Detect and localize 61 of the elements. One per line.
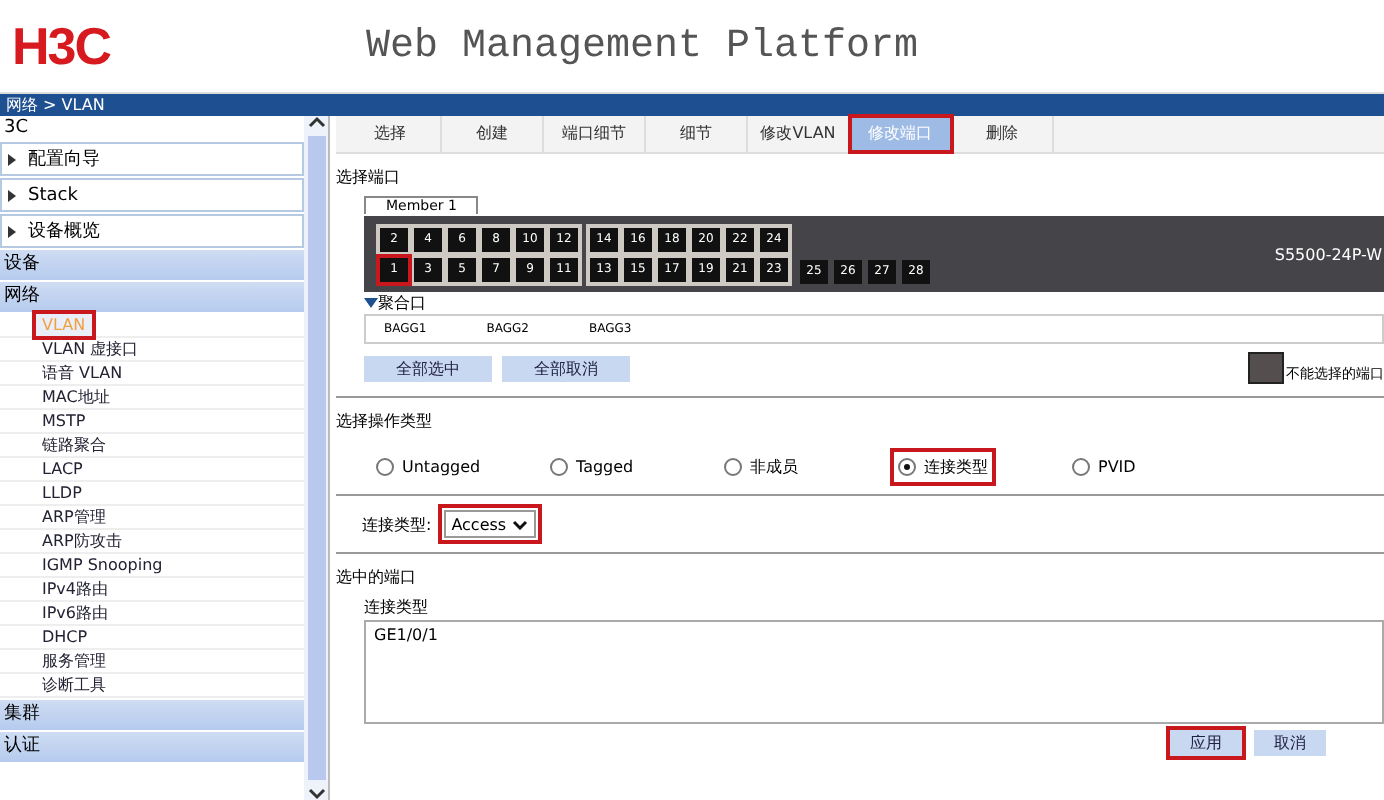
nav-item[interactable]: LLDP bbox=[36, 482, 88, 504]
switch-model: S5500-24P-W bbox=[1272, 245, 1382, 263]
nav-item[interactable]: ARP管理 bbox=[36, 506, 112, 528]
radio-option[interactable]: Untagged bbox=[372, 454, 485, 480]
radio-option[interactable]: Tagged bbox=[546, 454, 638, 480]
nav-folder-label: 配置向导 bbox=[28, 147, 100, 172]
select-button[interactable]: 全部取消 bbox=[502, 355, 630, 381]
logo: H3C bbox=[10, 15, 113, 77]
tab[interactable]: 删除 bbox=[952, 116, 1054, 152]
nav-item[interactable]: 服务管理 bbox=[36, 650, 112, 672]
caret-icon bbox=[512, 519, 529, 529]
nav-item[interactable]: LACP bbox=[36, 458, 89, 480]
aggregate-title: 聚合口 bbox=[378, 292, 426, 314]
scrollbar[interactable] bbox=[304, 116, 330, 800]
legend-swatch bbox=[1248, 352, 1284, 384]
link-type-select[interactable]: Access bbox=[443, 510, 537, 538]
tab[interactable]: 创建 bbox=[442, 116, 544, 152]
nav-folder[interactable]: Stack bbox=[0, 178, 304, 212]
expand-icon bbox=[8, 225, 16, 237]
section-title: 选择操作类型 bbox=[336, 410, 434, 434]
nav-item[interactable]: DHCP bbox=[36, 626, 94, 648]
tab[interactable]: 端口细节 bbox=[544, 116, 646, 152]
field-label: 连接类型: bbox=[362, 513, 432, 535]
nav-item[interactable]: IPv4路由 bbox=[36, 578, 115, 600]
nav-folder-label: 设备概览 bbox=[28, 219, 100, 244]
tab[interactable]: 选择 bbox=[340, 116, 442, 152]
scroll-down-icon[interactable] bbox=[307, 788, 325, 800]
nav-section[interactable]: 认证 bbox=[0, 732, 304, 762]
nav-section[interactable]: 网络 bbox=[0, 282, 304, 312]
nav-folder[interactable]: 配置向导 bbox=[0, 142, 304, 176]
radio-option[interactable]: 非成员 bbox=[720, 452, 802, 482]
nav-section[interactable]: 集群 bbox=[0, 700, 304, 730]
nav-folder-label: Stack bbox=[28, 185, 78, 205]
tree-root: 3C bbox=[2, 116, 31, 140]
nav-item[interactable]: MAC地址 bbox=[36, 386, 116, 408]
nav-section[interactable]: 设备 bbox=[0, 250, 304, 280]
platform-title: Web Management Platform bbox=[364, 23, 919, 69]
nav-item[interactable]: 语音 VLAN bbox=[36, 362, 129, 384]
action-button[interactable]: 取消 bbox=[1254, 730, 1326, 756]
nav-item[interactable]: VLAN 虚接口 bbox=[36, 338, 145, 360]
radio-option[interactable]: 连接类型 bbox=[894, 452, 992, 482]
action-button[interactable]: 应用 bbox=[1170, 730, 1242, 756]
column-label: 连接类型 bbox=[364, 596, 430, 618]
radio-option[interactable]: PVID bbox=[1068, 454, 1140, 480]
nav-item[interactable]: 诊断工具 bbox=[36, 674, 112, 696]
nav-item[interactable]: IGMP Snooping bbox=[36, 554, 169, 576]
expand-icon bbox=[8, 153, 16, 165]
nav-item[interactable]: 链路聚合 bbox=[36, 434, 112, 456]
scroll-up-icon[interactable] bbox=[307, 116, 325, 128]
breadcrumb: 网络 > VLAN bbox=[0, 94, 1384, 116]
expand-icon bbox=[8, 189, 16, 201]
nav-item[interactable]: ARP防攻击 bbox=[36, 530, 128, 552]
ports-list-field[interactable]: GE1/0/1 bbox=[364, 620, 1384, 724]
select-button[interactable]: 全部选中 bbox=[364, 355, 492, 381]
nav-item[interactable]: IPv6路由 bbox=[36, 602, 115, 624]
nav-item[interactable]: MSTP bbox=[36, 410, 92, 432]
collapse-icon[interactable] bbox=[364, 298, 378, 308]
nav-folder[interactable]: 设备概览 bbox=[0, 214, 304, 248]
section-title: 选中的端口 bbox=[336, 566, 418, 590]
tab[interactable]: 细节 bbox=[646, 116, 748, 152]
section-title: 选择端口 bbox=[336, 166, 402, 190]
